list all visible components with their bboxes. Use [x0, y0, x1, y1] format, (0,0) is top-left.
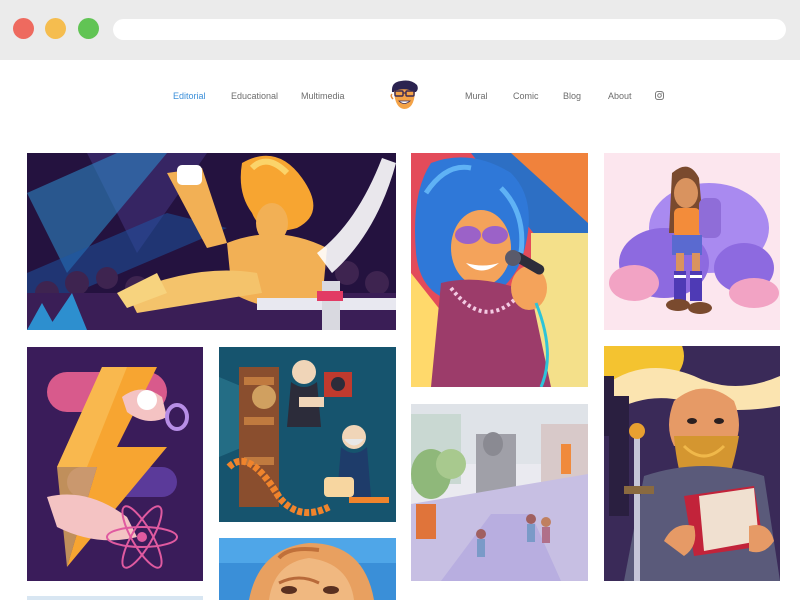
- instagram-icon[interactable]: [655, 91, 664, 100]
- nav-link-comic[interactable]: Comic: [513, 90, 539, 102]
- street-sketch-illustration[interactable]: [411, 404, 588, 581]
- maximize-window-button[interactable]: [78, 18, 99, 39]
- film-inventors-illustration[interactable]: [219, 347, 396, 522]
- nav-link-educational[interactable]: Educational: [231, 90, 278, 102]
- minimize-window-button[interactable]: [45, 18, 66, 39]
- nav-link-mural[interactable]: Mural: [465, 90, 488, 102]
- portrait-face-illustration[interactable]: [219, 538, 396, 600]
- singer-with-microphone-illustration[interactable]: [411, 153, 588, 387]
- browser-toolbar: [0, 0, 800, 60]
- character-logo-icon[interactable]: [387, 78, 421, 112]
- bearded-man-with-book-illustration[interactable]: [604, 346, 780, 581]
- nav-link-editorial[interactable]: Editorial: [173, 90, 206, 102]
- close-window-button[interactable]: [13, 18, 34, 39]
- address-bar[interactable]: [113, 19, 786, 40]
- nav-link-multimedia[interactable]: Multimedia: [301, 90, 345, 102]
- lightning-atom-illustration[interactable]: [27, 347, 203, 581]
- girl-with-backpack-illustration[interactable]: [604, 153, 780, 330]
- nav-link-blog[interactable]: Blog: [563, 90, 581, 102]
- gymnast-illustration[interactable]: [27, 153, 396, 330]
- nav-link-about[interactable]: About: [608, 90, 632, 102]
- partial-illustration-tile[interactable]: [27, 596, 203, 600]
